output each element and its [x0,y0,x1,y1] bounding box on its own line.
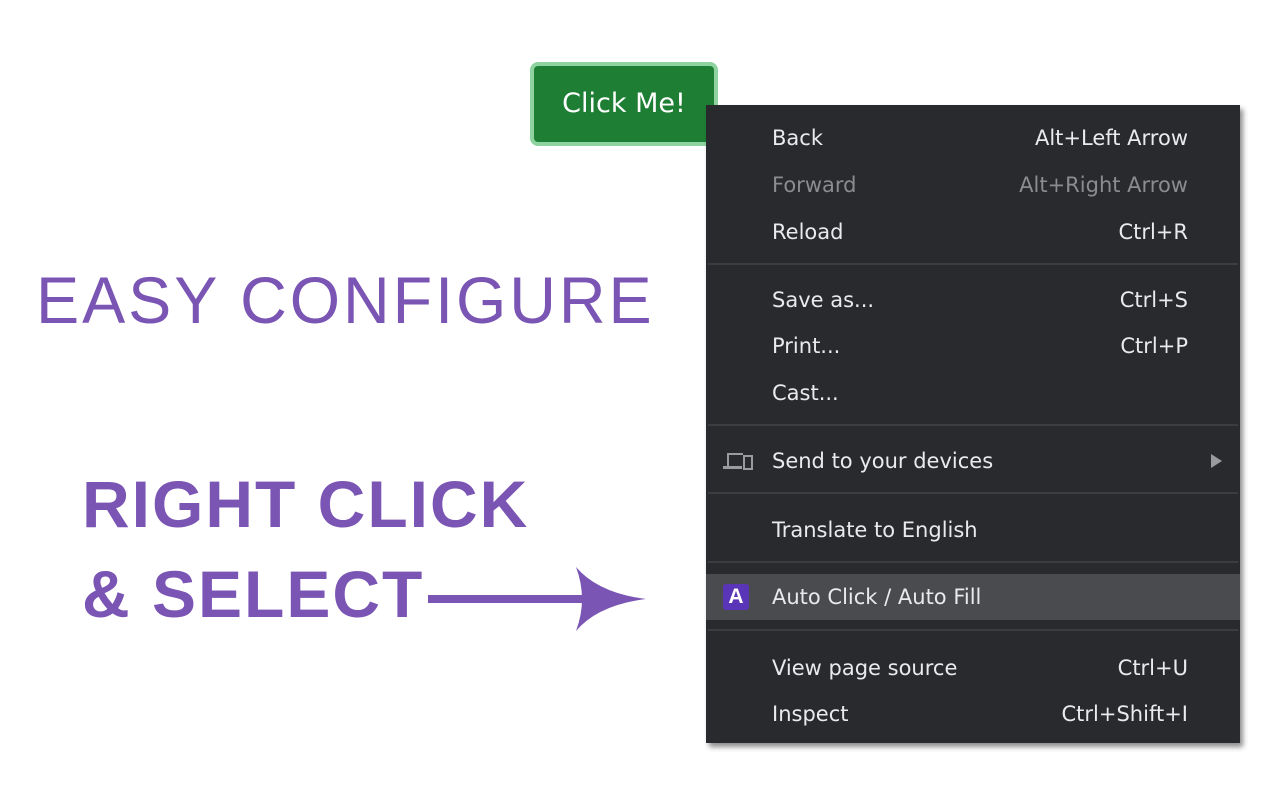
menu-item-shortcut: Ctrl+U [1117,656,1188,680]
menu-separator [708,629,1238,631]
and-select-heading: & SELECT [82,557,425,631]
menu-item-shortcut: Ctrl+R [1118,220,1188,244]
menu-item-send-to-devices[interactable]: Send to your devices [706,438,1240,484]
menu-item-label: Back [772,126,823,150]
menu-item-label: Print... [772,334,841,358]
menu-item-label: Auto Click / Auto Fill [772,585,982,609]
menu-item-label: Forward [772,173,857,197]
extension-a-icon: A [723,584,749,610]
menu-item-label: Cast... [772,381,839,405]
right-click-heading: RIGHT CLICK [82,467,530,541]
menu-item-shortcut: Alt+Right Arrow [1019,173,1188,197]
menu-item-back[interactable]: Back Alt+Left Arrow [706,115,1240,161]
menu-item-reload[interactable]: Reload Ctrl+R [706,209,1240,255]
arrow-right-icon [428,567,646,631]
menu-separator [708,263,1238,265]
easy-configure-heading: EASY CONFIGURE [36,263,655,337]
menu-item-shortcut: Ctrl+P [1120,334,1188,358]
menu-item-print[interactable]: Print... Ctrl+P [706,323,1240,369]
menu-item-label: View page source [772,656,958,680]
menu-item-label: Translate to English [772,518,978,542]
menu-item-label: Save as... [772,288,875,312]
context-menu: Back Alt+Left Arrow Forward Alt+Right Ar… [706,105,1240,743]
menu-item-inspect[interactable]: Inspect Ctrl+Shift+I [706,691,1240,737]
click-me-button[interactable]: Click Me! [530,62,718,146]
menu-item-shortcut: Alt+Left Arrow [1034,126,1188,150]
menu-separator [708,561,1238,563]
menu-item-shortcut: Ctrl+Shift+I [1061,702,1188,726]
menu-separator [708,424,1238,426]
menu-item-cast[interactable]: Cast... [706,370,1240,416]
submenu-arrow-icon [1211,454,1222,468]
menu-item-view-page-source[interactable]: View page source Ctrl+U [706,645,1240,691]
menu-item-label: Send to your devices [772,449,994,473]
menu-item-label: Reload [772,220,844,244]
menu-item-translate[interactable]: Translate to English [706,507,1240,553]
devices-icon [723,453,753,470]
menu-item-label: Inspect [772,702,849,726]
menu-item-save-as[interactable]: Save as... Ctrl+S [706,277,1240,323]
menu-item-auto-click-auto-fill[interactable]: A Auto Click / Auto Fill [706,574,1240,620]
menu-separator [708,492,1238,494]
menu-item-forward: Forward Alt+Right Arrow [706,162,1240,208]
menu-item-shortcut: Ctrl+S [1119,288,1188,312]
